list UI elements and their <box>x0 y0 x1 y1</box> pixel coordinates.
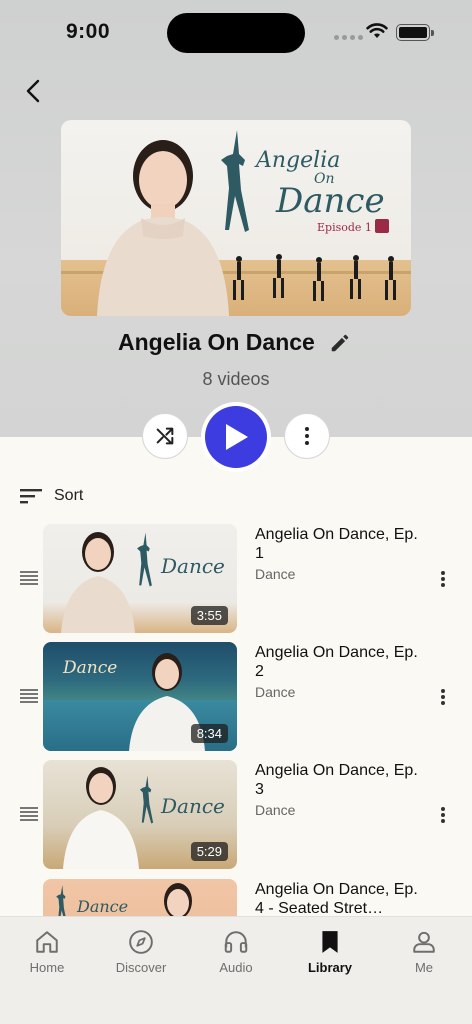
tab-label: Discover <box>115 960 167 975</box>
video-thumbnail[interactable]: Dance 3:55 <box>43 524 237 633</box>
status-bar: 9:00 <box>0 0 472 64</box>
tab-label: Audio <box>219 960 253 975</box>
video-title[interactable]: Angelia On Dance, Ep. 2 <box>255 643 425 681</box>
video-more-button[interactable] <box>432 686 454 708</box>
edit-pencil-icon[interactable] <box>329 332 351 354</box>
shuffle-button[interactable] <box>142 413 188 459</box>
video-more-button[interactable] <box>432 804 454 826</box>
user-icon <box>413 931 435 953</box>
drag-handle-icon[interactable] <box>20 689 38 705</box>
play-icon <box>226 424 248 450</box>
play-all-button[interactable] <box>201 402 271 472</box>
list-item[interactable]: Dance 8:34 Angelia On Dance, Ep. 2 Dance <box>0 642 472 752</box>
thumbnail-title: Dance <box>161 794 225 818</box>
tab-label: Me <box>414 960 434 975</box>
dancers-group <box>233 254 396 301</box>
compass-icon <box>129 930 153 954</box>
playlist-cover-image: Angelia On Dance Episode 1 <box>61 120 411 316</box>
cover-episode-label: Episode 1 <box>317 221 372 234</box>
tab-discover[interactable]: Discover <box>101 929 181 975</box>
more-vertical-icon <box>305 427 309 445</box>
sort-button[interactable]: Sort <box>20 487 83 505</box>
video-duration: 8:34 <box>190 724 228 743</box>
playlist-more-button[interactable] <box>284 413 330 459</box>
dancer-silhouette <box>137 532 152 587</box>
drag-handle-icon[interactable] <box>20 807 38 823</box>
more-vertical-icon <box>441 571 445 587</box>
video-category: Dance <box>255 684 296 700</box>
cover-title: Angelia On Dance <box>256 148 385 221</box>
dynamic-island <box>167 13 305 53</box>
playlist-title: Angelia On Dance <box>118 329 315 355</box>
home-icon <box>36 931 58 953</box>
tab-library[interactable]: Library <box>290 929 370 975</box>
video-duration: 3:55 <box>190 606 228 625</box>
video-title[interactable]: Angelia On Dance, Ep. 1 <box>255 525 425 563</box>
battery-icon <box>396 24 434 41</box>
video-title[interactable]: Angelia On Dance, Ep. 3 <box>255 761 425 799</box>
more-vertical-icon <box>441 689 445 705</box>
video-duration: 5:29 <box>190 842 228 861</box>
video-category: Dance <box>255 566 296 582</box>
list-item[interactable]: Dance 5:29 Angelia On Dance, Ep. 3 Dance <box>0 760 472 870</box>
status-time: 9:00 <box>66 20 111 43</box>
bookmark-icon <box>322 931 338 953</box>
tab-label: Library <box>307 960 353 975</box>
dancer-silhouette <box>221 130 249 232</box>
thumbnail-title: Dance <box>77 897 129 916</box>
more-vertical-icon <box>441 807 445 823</box>
tab-home[interactable]: Home <box>7 929 87 975</box>
dancer-silhouette <box>139 775 154 824</box>
drag-handle-icon[interactable] <box>20 571 38 587</box>
video-more-button[interactable] <box>432 568 454 590</box>
thumbnail-title: Dance <box>63 658 118 678</box>
tab-me[interactable]: Me <box>384 929 464 975</box>
video-thumbnail[interactable]: Dance 8:34 <box>43 642 237 751</box>
playlist-title-row: Angelia On Dance <box>118 329 351 356</box>
video-thumbnail[interactable]: Dance 5:29 <box>43 760 237 869</box>
presenter-figure <box>61 532 135 633</box>
chevron-left-icon <box>26 79 40 103</box>
video-title[interactable]: Angelia On Dance, Ep. 4 - Seated Stret… <box>255 880 425 918</box>
wifi-icon <box>366 23 388 38</box>
presenter-figure <box>63 767 139 869</box>
tab-audio[interactable]: Audio <box>196 929 276 975</box>
headphones-icon <box>224 931 248 953</box>
tab-label: Home <box>29 960 65 975</box>
back-button[interactable] <box>18 76 48 106</box>
video-category: Dance <box>255 802 296 818</box>
cellular-signal-icon <box>334 35 363 40</box>
list-item[interactable]: Dance 3:55 Angelia On Dance, Ep. 1 Dance <box>0 524 472 634</box>
shuffle-icon <box>156 427 174 445</box>
tab-bar: Home Discover Audio Library Me <box>0 916 472 1024</box>
thumbnail-title: Dance <box>161 554 225 578</box>
video-count: 8 videos <box>202 369 270 389</box>
sort-icon <box>20 489 42 504</box>
seal-logo <box>375 219 389 233</box>
sort-label: Sort <box>54 487 84 504</box>
